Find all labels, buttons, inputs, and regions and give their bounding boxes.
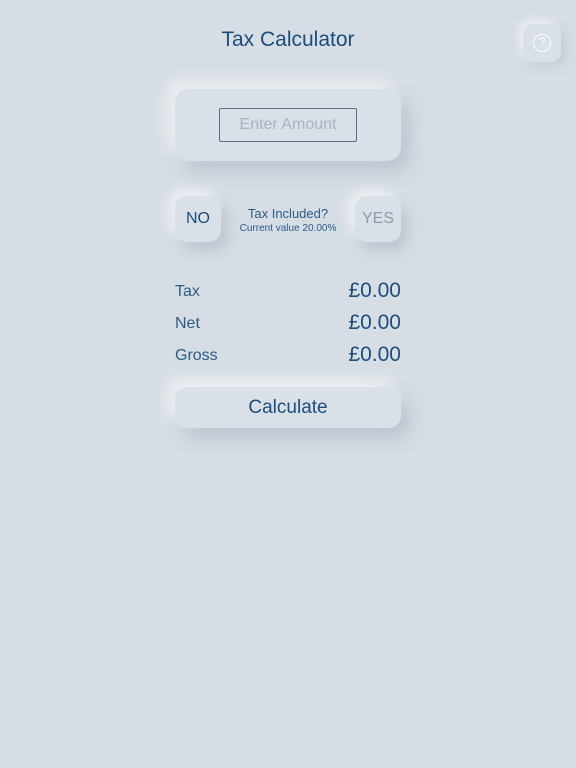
tax-calculator-screen: Tax Calculator ? NO Tax Included? Curren… [0, 0, 576, 768]
current-tax-rate: Current value 20.00% [239, 223, 337, 234]
amount-input[interactable] [219, 108, 357, 142]
net-value: £0.00 [348, 311, 401, 334]
page-title: Tax Calculator [221, 28, 355, 51]
help-circle-icon: ? [533, 34, 551, 52]
gross-value: £0.00 [348, 343, 401, 366]
tax-label: Tax [175, 283, 200, 300]
result-row-gross: Gross £0.00 [175, 339, 401, 369]
tax-included-yes-button[interactable]: YES [355, 196, 401, 242]
tax-value: £0.00 [348, 279, 401, 302]
calculate-button[interactable]: Calculate [175, 387, 401, 428]
amount-card [175, 89, 401, 161]
gross-label: Gross [175, 347, 218, 364]
tax-included-question: Tax Included? [247, 206, 329, 221]
result-row-net: Net £0.00 [175, 307, 401, 337]
net-label: Net [175, 315, 200, 332]
tax-included-no-button[interactable]: NO [175, 196, 221, 242]
result-row-tax: Tax £0.00 [175, 275, 401, 305]
tax-included-info: Tax Included? Current value 20.00% [228, 206, 348, 234]
help-button[interactable]: ? [523, 24, 561, 62]
